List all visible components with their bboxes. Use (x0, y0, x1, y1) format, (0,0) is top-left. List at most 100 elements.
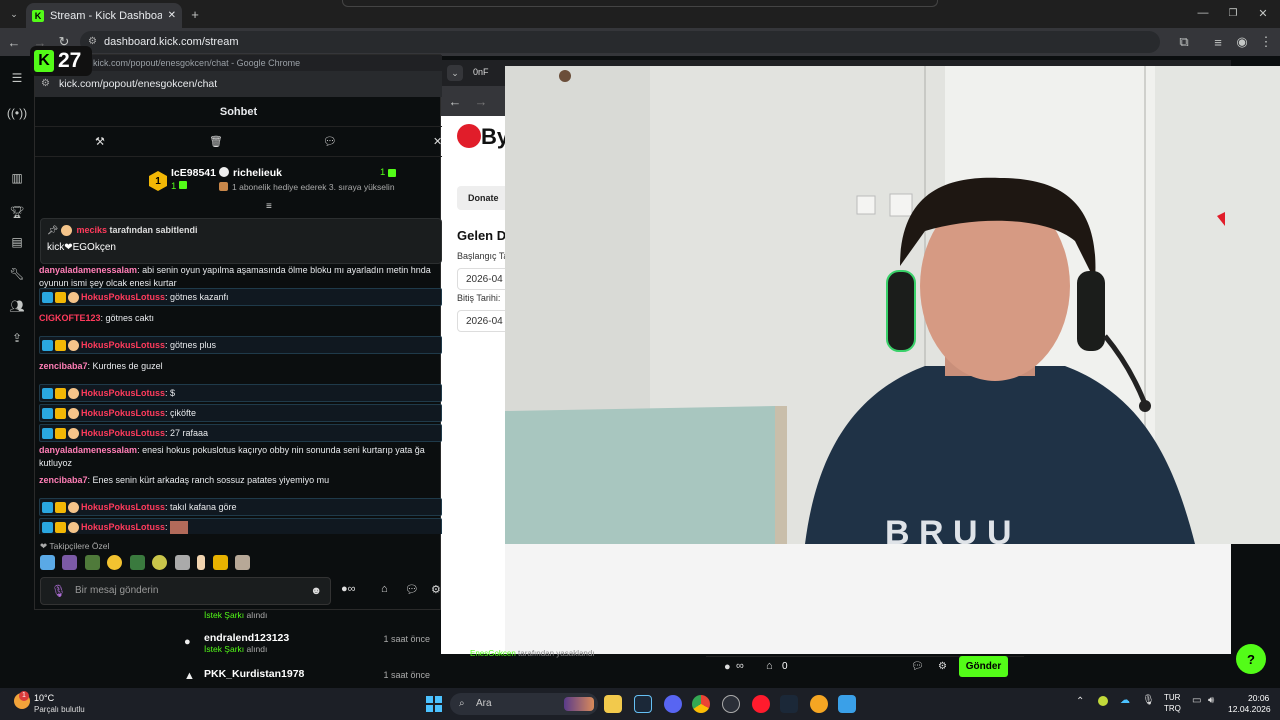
emote-icon[interactable] (152, 555, 168, 570)
steam-icon[interactable] (634, 695, 652, 713)
leader-first-user[interactable]: IcE98541 (171, 167, 216, 179)
new-tab-button[interactable]: + (188, 6, 202, 22)
points-icon[interactable]: ● (724, 661, 731, 673)
chat-username[interactable]: HokusPokusLotuss (81, 340, 165, 350)
stream-broadcast-icon[interactable]: ((•)) (0, 103, 34, 123)
chat-username[interactable]: HokusPokusLotuss (81, 522, 165, 532)
profile-icon[interactable]: ◉ (1234, 34, 1250, 50)
chat-username[interactable]: danyaladamenessalam (39, 265, 137, 275)
emoji-icon[interactable]: ☻ (310, 578, 322, 604)
store-icon[interactable]: ⌂ (766, 660, 773, 672)
windows-start-icon[interactable] (426, 696, 442, 712)
chat-username[interactable]: danyaladamenessalam (39, 445, 137, 455)
emote-icon[interactable] (197, 555, 206, 570)
banned-user[interactable]: EnesGokcen (470, 649, 516, 658)
chat-bubble-icon[interactable]: 💬︎ (911, 661, 924, 672)
emote-icon[interactable] (62, 555, 78, 570)
maximize-icon[interactable]: ❐ (1226, 6, 1240, 20)
chat-bubble-icon[interactable]: 💬︎ (323, 135, 337, 148)
microphone-icon[interactable]: 🎙︎ (51, 578, 66, 604)
window-close-icon[interactable]: ✕ (1256, 6, 1270, 20)
hammer-mod-icon[interactable]: ⚒ (95, 135, 105, 148)
onedrive-icon[interactable]: ☁ (1120, 695, 1130, 706)
chat-image-emote[interactable] (169, 520, 188, 534)
chat-message-input[interactable]: 🎙︎ Bir mesaj gönderin ☻ (40, 577, 331, 605)
taskbar-search[interactable]: ⌕ Ara (450, 693, 598, 715)
hamburger-menu-icon[interactable]: ☰ (0, 68, 34, 88)
lang-bottom[interactable]: TRQ (1164, 704, 1181, 713)
chat-username[interactable]: HokusPokusLotuss (81, 408, 165, 418)
chat-username[interactable]: HokusPokusLotuss (81, 388, 165, 398)
obs-like-icon[interactable] (810, 695, 828, 713)
media-icon[interactable]: ≡ (1210, 34, 1226, 50)
analytics-icon[interactable]: ▥ (0, 168, 34, 188)
users-settings-icon[interactable]: 👥︎ (0, 296, 34, 316)
notepad-icon[interactable] (838, 695, 856, 713)
emote-icon[interactable] (107, 555, 123, 570)
tab-search-icon[interactable]: ⌄ (6, 6, 22, 22)
url-field[interactable]: ⚙ dashboard.kick.com/stream (80, 31, 1160, 53)
chat-username[interactable]: zencibaba7 (39, 361, 88, 371)
event-time: 1 saat önce (383, 634, 430, 644)
discord-icon[interactable] (664, 695, 682, 713)
trophy-icon[interactable]: 🏆︎ (0, 202, 34, 222)
steam-alt-icon[interactable] (780, 695, 798, 713)
weather-notif-badge: 1 (19, 691, 29, 701)
tools-wrench-icon[interactable]: 🔧︎ (0, 264, 34, 284)
volume-icon[interactable]: 🔊︎ (1208, 695, 1214, 706)
collapse-icon[interactable]: ≡ (266, 201, 272, 212)
chat-username[interactable]: zencibaba7 (39, 475, 88, 485)
extensions-icon[interactable]: ⧉ (1176, 34, 1192, 50)
emote-icon[interactable] (235, 555, 251, 570)
emote-icon[interactable] (40, 555, 55, 570)
pinned-user[interactable]: meciks (76, 225, 107, 235)
infinity-points-icon[interactable]: ●∞ (341, 583, 356, 595)
file-explorer-icon[interactable] (604, 695, 622, 713)
tray-app-icon[interactable] (1098, 696, 1108, 706)
minimize-icon[interactable]: — (1196, 6, 1210, 20)
mic-tray-icon[interactable]: 🎙︎ (1142, 695, 1155, 706)
site-info-icon[interactable]: ⚙ (88, 36, 97, 47)
chat-username[interactable]: CIGKOFTE123 (39, 313, 101, 323)
sub-badge-icon (68, 340, 79, 352)
chat-username[interactable]: HokusPokusLotuss (81, 292, 165, 302)
event-row: ● endralend123123 İstek Şarkı alındı 1 s… (180, 632, 430, 666)
app-icon[interactable] (722, 695, 740, 713)
gear-icon[interactable]: ⚙ (938, 661, 947, 672)
event-sub: İstek Şarkı alındı (180, 610, 430, 620)
chat-username[interactable]: HokusPokusLotuss (81, 428, 165, 438)
display-icon[interactable]: ▭ (1192, 695, 1201, 706)
tab-kick-dashboard[interactable]: K Stream - Kick Dashboard ✕ (26, 3, 182, 28)
clock-time[interactable]: 20:06 (1248, 693, 1269, 703)
donate-tab-label[interactable]: 0nF (473, 67, 489, 77)
trash-icon[interactable]: 🗑︎ (209, 135, 223, 148)
gear-icon[interactable]: ⚙ (431, 583, 441, 596)
forward-icon[interactable]: → (473, 93, 489, 109)
leader-second-user[interactable]: richelieuk (233, 167, 282, 179)
chrome-icon[interactable] (692, 695, 710, 713)
pinned-suffix: tarafından sabitlendi (109, 225, 198, 235)
tab-search-icon[interactable]: ⌄ (447, 65, 463, 81)
emote-icon[interactable] (212, 555, 228, 570)
send-button[interactable]: Gönder (959, 656, 1008, 677)
close-tool-icon[interactable]: ✕ (433, 135, 442, 148)
support-chat-icon[interactable]: ? (1236, 644, 1266, 674)
chat-username[interactable]: HokusPokusLotuss (81, 502, 165, 512)
tab-close-icon[interactable]: ✕ (168, 10, 176, 21)
back-icon[interactable]: ← (447, 93, 463, 109)
lang-top[interactable]: TUR (1164, 693, 1180, 702)
ban-notice: EnesGokcen tarafından yasaklandı (470, 649, 595, 658)
opera-icon[interactable] (752, 695, 770, 713)
menu-kebab-icon[interactable]: ⋮ (1258, 34, 1274, 50)
tray-chevron-icon[interactable]: ⌃ (1076, 696, 1084, 707)
chat-settings-bubble-icon[interactable]: 💬︎ (405, 583, 419, 596)
clock-date[interactable]: 12.04.2026 (1228, 704, 1271, 714)
chat-url-bar[interactable]: ⚙ kick.com/popout/enesgokcen/chat (35, 71, 442, 97)
emote-icon[interactable] (174, 555, 190, 570)
store-icon[interactable]: ⌂ (381, 583, 388, 595)
upload-icon[interactable]: ⇪ (0, 328, 34, 348)
back-icon[interactable]: ← (6, 34, 22, 50)
emote-icon[interactable] (129, 555, 145, 570)
layout-icon[interactable]: ▤ (0, 232, 34, 252)
emote-icon[interactable] (84, 555, 100, 570)
